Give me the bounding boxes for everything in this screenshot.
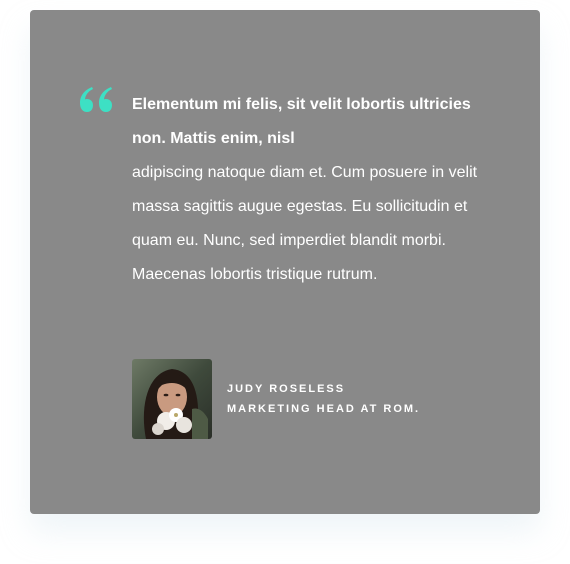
avatar-photo	[132, 359, 212, 439]
author-meta: JUDY ROSELESS MARKETING HEAD AT ROM.	[227, 379, 420, 419]
testimonial-headline: Elementum mi felis, sit velit lobortis u…	[132, 96, 471, 147]
testimonial-quote: Elementum mi felis, sit velit lobortis u…	[132, 88, 482, 292]
page: Elementum mi felis, sit velit lobortis u…	[0, 0, 570, 564]
author-title: MARKETING HEAD AT ROM.	[227, 403, 421, 415]
author-block: JUDY ROSELESS MARKETING HEAD AT ROM.	[132, 359, 420, 439]
testimonial-card: Elementum mi felis, sit velit lobortis u…	[30, 10, 540, 514]
author-name: JUDY ROSELESS	[227, 383, 346, 395]
avatar	[132, 359, 212, 439]
testimonial-body: adipiscing natoque diam et. Cum posuere …	[132, 164, 478, 283]
quote-open-icon	[80, 87, 112, 112]
